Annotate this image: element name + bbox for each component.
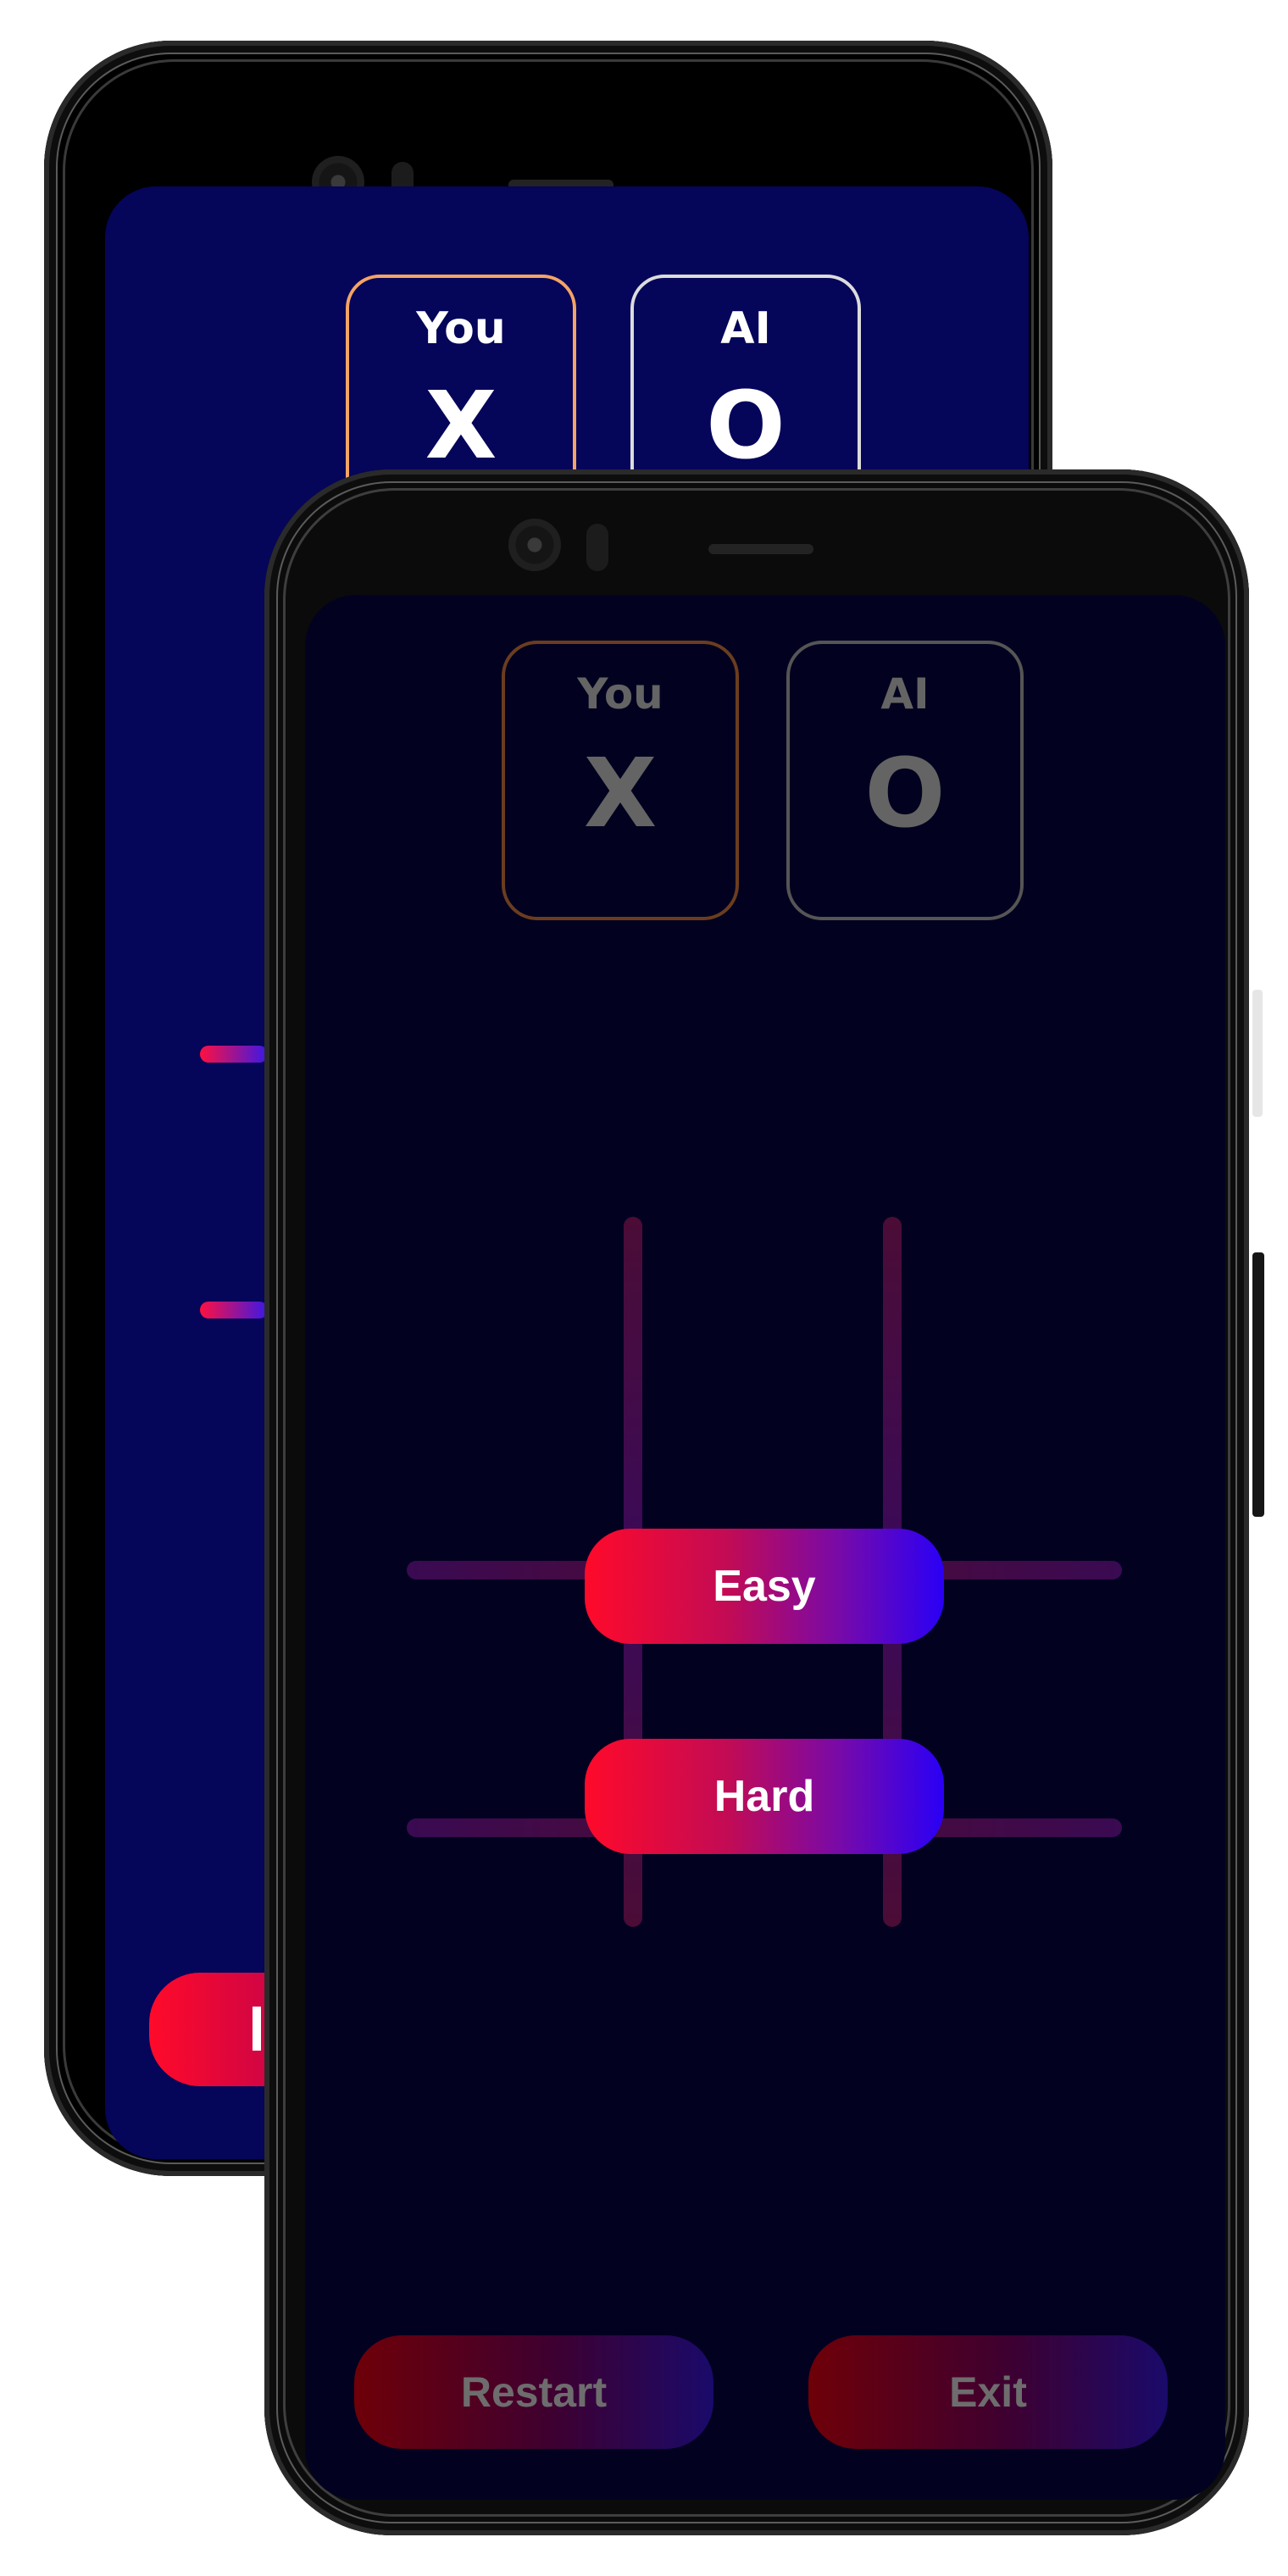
- power-button: [1252, 1252, 1264, 1517]
- hard-button[interactable]: Hard: [585, 1739, 944, 1854]
- player-label: AI: [720, 303, 771, 354]
- o-mark-icon: O: [864, 739, 946, 849]
- game-screen: You X AI O Easy Hard Restart Exit: [305, 595, 1225, 2500]
- side-button: [1252, 990, 1263, 1117]
- player-label: You: [577, 669, 663, 719]
- front-camera-icon: [508, 519, 561, 571]
- decorative-line: [200, 1046, 268, 1063]
- x-mark-icon: X: [425, 371, 497, 480]
- proximity-sensor: [586, 524, 608, 571]
- o-mark-icon: O: [706, 371, 786, 480]
- front-phone-mockup: You X AI O Easy Hard Restart Exit: [264, 469, 1264, 2535]
- player-card-ai: AI O: [786, 641, 1024, 920]
- restart-button[interactable]: Restart: [354, 2335, 713, 2449]
- earpiece-speaker: [708, 544, 813, 554]
- exit-button[interactable]: Exit: [808, 2335, 1168, 2449]
- player-card-you: You X: [502, 641, 739, 920]
- easy-button[interactable]: Easy: [585, 1529, 944, 1644]
- player-label: AI: [880, 669, 930, 719]
- x-mark-icon: X: [583, 739, 658, 849]
- decorative-line: [200, 1302, 268, 1319]
- player-label: You: [416, 303, 506, 354]
